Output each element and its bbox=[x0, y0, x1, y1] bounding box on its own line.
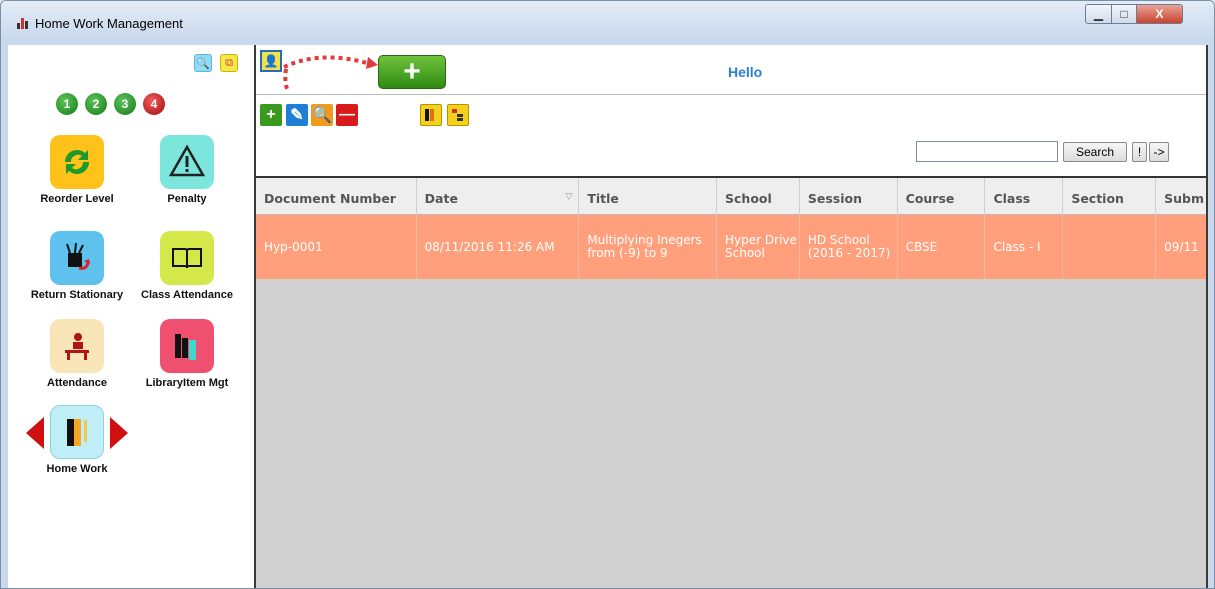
warning-icon bbox=[160, 135, 214, 189]
reorder-icon bbox=[50, 135, 104, 189]
cell-school: Hyper Drive School bbox=[717, 215, 800, 279]
library-icon bbox=[160, 319, 214, 373]
add-new-button[interactable]: + bbox=[378, 55, 446, 89]
prev-arrow-icon[interactable] bbox=[26, 417, 44, 449]
search-input[interactable] bbox=[916, 141, 1058, 162]
step-2-button[interactable]: 2 bbox=[85, 93, 107, 115]
tile-penalty[interactable]: Penalty bbox=[132, 135, 242, 205]
column-header[interactable]: Subm bbox=[1156, 178, 1206, 215]
column-header-label: Date bbox=[424, 191, 458, 206]
cell-date: 08/11/2016 11:26 AM bbox=[417, 215, 580, 279]
window-title: Home Work Management bbox=[35, 16, 183, 31]
title-bar: Home Work Management ▁ □ X bbox=[1, 1, 1214, 41]
column-header[interactable]: Date ▽ bbox=[417, 178, 580, 215]
tile-home-work[interactable]: Home Work bbox=[22, 405, 132, 475]
column-header[interactable]: School bbox=[717, 178, 800, 215]
tile-library-item-mgt[interactable]: LibraryItem Mgt bbox=[132, 319, 242, 389]
cell-title: Multiplying Inegers from (-9) to 9 bbox=[579, 215, 718, 279]
cell-class: Class - I bbox=[985, 215, 1064, 279]
close-button[interactable]: X bbox=[1136, 4, 1183, 24]
search-button[interactable]: Search bbox=[1063, 142, 1127, 162]
cell-section bbox=[1063, 215, 1157, 279]
stationary-icon bbox=[50, 231, 104, 285]
main-panel: 👤 + Hello + ✎ 🔍 — Search ! -> Document N… bbox=[254, 45, 1208, 588]
add-icon[interactable]: + bbox=[260, 104, 282, 126]
tile-label: Home Work bbox=[46, 463, 108, 475]
dotted-arrow-icon bbox=[283, 55, 378, 92]
filter-button[interactable]: ! bbox=[1132, 142, 1147, 162]
column-header[interactable]: Course bbox=[898, 178, 986, 215]
greeting-text: Hello bbox=[728, 64, 763, 80]
tile-label: LibraryItem Mgt bbox=[145, 377, 229, 389]
user-icon[interactable]: 👤 bbox=[260, 50, 282, 72]
maximize-button[interactable]: □ bbox=[1111, 4, 1137, 24]
column-header[interactable]: Section bbox=[1063, 178, 1157, 215]
view-icon[interactable]: 🔍 bbox=[311, 104, 333, 126]
header-bar: 👤 + Hello bbox=[256, 45, 1206, 95]
tile-label: Attendance bbox=[47, 377, 107, 389]
book-icon bbox=[160, 231, 214, 285]
module-sidebar: 🔍 ⧉ 1 2 3 4 Reorder Level Penalty Return… bbox=[8, 45, 254, 588]
cell-document-number: Hyp-0001 bbox=[256, 215, 417, 279]
tile-return-stationary[interactable]: Return Stationary bbox=[22, 231, 132, 301]
cell-session: HD School (2016 - 2017) bbox=[800, 215, 898, 279]
tile-label: Class Attendance bbox=[141, 289, 233, 301]
app-window: Home Work Management ▁ □ X 🔍 ⧉ 1 2 3 4 R… bbox=[0, 0, 1215, 589]
homework-icon bbox=[50, 405, 104, 459]
delete-icon[interactable]: — bbox=[336, 104, 358, 126]
cell-submission: 09/11 bbox=[1156, 215, 1206, 279]
step-3-button[interactable]: 3 bbox=[114, 93, 136, 115]
tile-label: Penalty bbox=[167, 193, 207, 205]
edit-icon[interactable]: ✎ bbox=[286, 104, 308, 126]
cell-course: CBSE bbox=[898, 215, 986, 279]
column-header[interactable]: Session bbox=[800, 178, 898, 215]
step-1-button[interactable]: 1 bbox=[56, 93, 78, 115]
books-icon[interactable] bbox=[420, 104, 442, 126]
desk-icon bbox=[50, 319, 104, 373]
tile-reorder-level[interactable]: Reorder Level bbox=[22, 135, 132, 205]
filter-icon[interactable]: ▽ bbox=[565, 191, 572, 204]
tile-class-attendance[interactable]: Class Attendance bbox=[132, 231, 242, 301]
app-icon bbox=[17, 18, 29, 29]
column-header[interactable]: Document Number bbox=[256, 178, 417, 215]
homework-grid: Document Number Date ▽ Title School Sessi… bbox=[256, 176, 1206, 588]
table-row[interactable]: Hyp-0001 08/11/2016 11:26 AM Multiplying… bbox=[256, 215, 1206, 279]
tile-label: Reorder Level bbox=[40, 193, 114, 205]
next-button[interactable]: -> bbox=[1149, 142, 1169, 162]
next-arrow-icon[interactable] bbox=[110, 417, 128, 449]
grid-header: Document Number Date ▽ Title School Sessi… bbox=[256, 178, 1206, 215]
tile-attendance[interactable]: Attendance bbox=[22, 319, 132, 389]
tile-label: Return Stationary bbox=[30, 289, 124, 301]
column-header[interactable]: Class bbox=[985, 178, 1064, 215]
step-4-button[interactable]: 4 bbox=[143, 93, 165, 115]
column-header[interactable]: Title bbox=[579, 178, 718, 215]
hierarchy-icon[interactable] bbox=[447, 104, 469, 126]
gallery-icon[interactable]: ⧉ bbox=[220, 54, 238, 72]
search-icon[interactable]: 🔍 bbox=[194, 54, 212, 72]
minimize-button[interactable]: ▁ bbox=[1085, 4, 1112, 24]
